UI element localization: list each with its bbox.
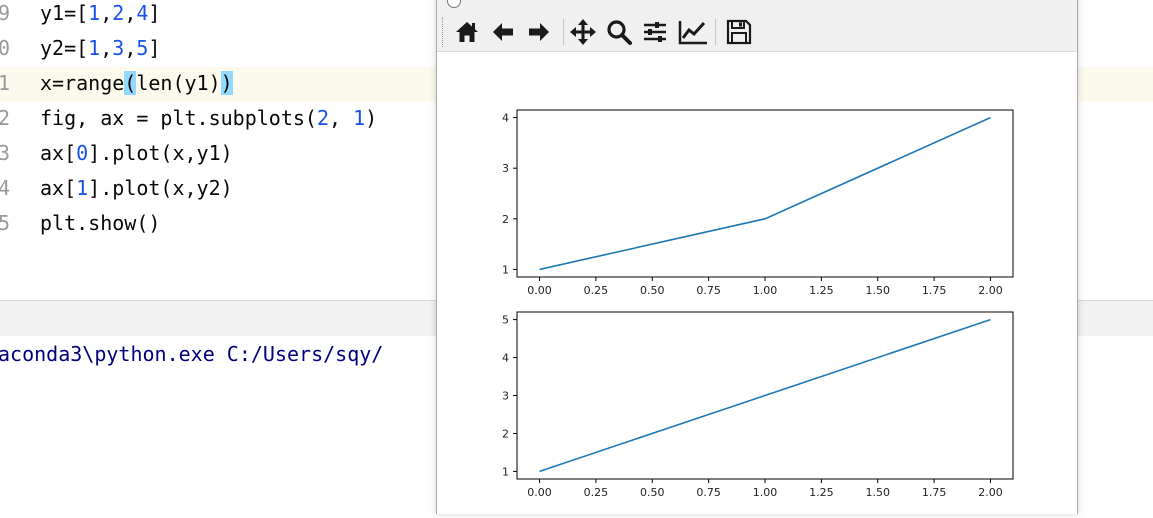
toolbar-separator xyxy=(715,19,716,45)
y-tick-label: 4 xyxy=(502,112,509,125)
code-text[interactable]: plt.show() xyxy=(40,211,160,235)
x-tick-label: 1.50 xyxy=(865,486,890,499)
x-tick-label: 2.00 xyxy=(978,486,1003,499)
y-tick-label: 2 xyxy=(502,213,509,226)
toolbar-grip[interactable] xyxy=(442,17,445,47)
y-tick-label: 2 xyxy=(502,427,509,440)
x-tick-label: 0.50 xyxy=(640,284,665,297)
y-tick-label: 3 xyxy=(502,162,509,175)
line-number: 4 xyxy=(0,176,11,200)
x-tick-label: 0.00 xyxy=(527,284,552,297)
x-tick-label: 1.50 xyxy=(865,284,890,297)
x-tick-label: 1.25 xyxy=(809,284,834,297)
code-text[interactable]: x=range(len(y1)) xyxy=(40,71,233,95)
forward-icon[interactable] xyxy=(523,17,555,47)
axes-edit-icon[interactable] xyxy=(675,17,707,47)
plot-area[interactable]: 0.00 0.25 0.50 0.75 1.00 1.25 1.50 1.75 2.00 1 2 3 4… xyxy=(437,52,1077,514)
y-tick-label: 1 xyxy=(502,465,509,478)
figure-window-icon xyxy=(447,0,461,8)
x-tick-label: 1.00 xyxy=(753,284,778,297)
figure-toolbar xyxy=(437,13,1077,52)
line-number: 0 xyxy=(0,36,11,60)
x-tick-label: 0.75 xyxy=(696,284,721,297)
line-number: 9 xyxy=(0,1,11,25)
axes-frame xyxy=(516,109,1014,278)
zoom-icon[interactable] xyxy=(603,17,635,47)
x-tick-label: 1.25 xyxy=(809,486,834,499)
x-tick-label: 1.75 xyxy=(922,486,947,499)
line-number: 3 xyxy=(0,141,11,165)
subplots-icon[interactable] xyxy=(639,17,671,47)
line-number: 5 xyxy=(0,211,11,235)
x-tick-label: 0.25 xyxy=(584,284,609,297)
figure-canvas[interactable]: 0.00 0.25 0.50 0.75 1.00 1.25 1.50 1.75 2.00 1 2 3 4… xyxy=(437,52,1077,514)
y-tick-label: 3 xyxy=(502,390,509,403)
home-icon[interactable] xyxy=(451,17,483,47)
code-text[interactable]: y2=[1,3,5] xyxy=(40,36,160,60)
y-tick-label: 1 xyxy=(502,263,509,276)
pan-icon[interactable] xyxy=(567,17,599,47)
code-text[interactable]: y1=[1,2,4] xyxy=(40,1,160,25)
x-tick-label: 0.75 xyxy=(696,486,721,499)
code-text[interactable]: fig, ax = plt.subplots(2, 1) xyxy=(40,106,377,130)
line-number: 1 xyxy=(0,71,11,95)
back-icon[interactable] xyxy=(487,17,519,47)
figure-window[interactable]: 0.00 0.25 0.50 0.75 1.00 1.25 1.50 1.75 2.00 1 2 3 4… xyxy=(436,0,1078,514)
x-tick-label: 2.00 xyxy=(978,284,1003,297)
line-number: 2 xyxy=(0,106,11,130)
x-tick-label: 1.75 xyxy=(922,284,947,297)
x-tick-label: 0.50 xyxy=(640,486,665,499)
y-tick-label: 5 xyxy=(502,314,509,327)
code-text[interactable]: ax[1].plot(x,y2) xyxy=(40,176,233,200)
code-text[interactable]: ax[0].plot(x,y1) xyxy=(40,141,233,165)
toolbar-separator xyxy=(563,19,564,45)
x-tick-label: 0.00 xyxy=(527,486,552,499)
x-tick-label: 1.00 xyxy=(753,486,778,499)
save-icon[interactable] xyxy=(723,17,755,47)
figure-titlebar[interactable] xyxy=(437,0,1077,13)
console-output: aconda3\python.exe C:/Users/sqy/ xyxy=(0,342,384,366)
x-tick-label: 0.25 xyxy=(584,486,609,499)
y-tick-label: 4 xyxy=(502,352,509,365)
